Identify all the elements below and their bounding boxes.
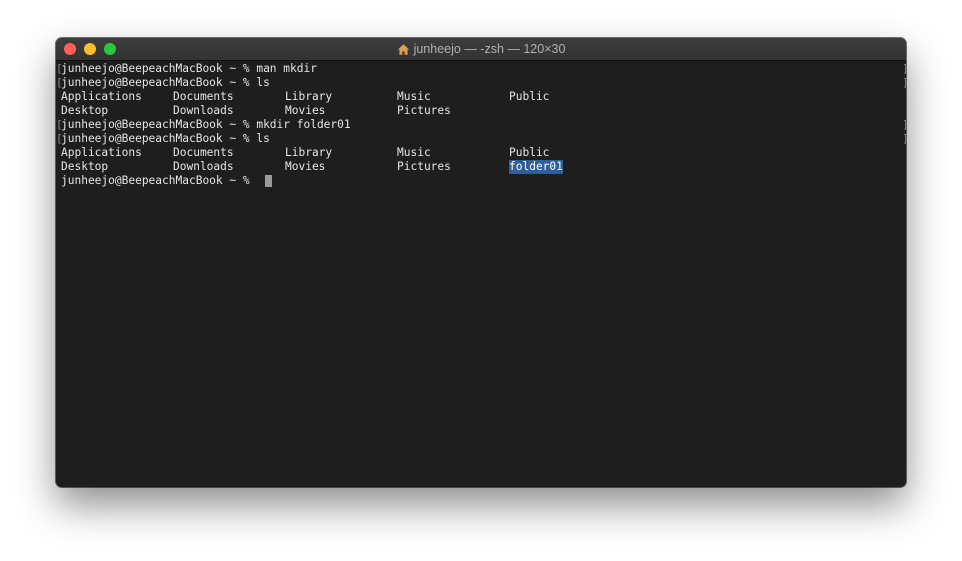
command-text: junheejo@BeepeachMacBook ~ % ls [61,76,270,89]
current-prompt-line: junheejo@BeepeachMacBook ~ % [60,174,906,188]
ls-output-row: Applications Documents Library Music Public [60,90,906,104]
window-title-area: junheejo — -zsh — 120×30 [56,38,906,60]
command-text: junheejo@BeepeachMacBook ~ % ls [61,132,270,145]
ls-entry: Library [285,90,333,103]
ls-entry: Applications [61,146,142,159]
ls-entry: Movies [285,160,326,173]
ls-entry: Public [509,146,550,159]
ls-entry: Downloads [173,104,234,117]
title-bar[interactable]: junheejo — -zsh — 120×30 [56,38,906,61]
ls-output-row: Desktop Downloads Movies Pictures folder01 [60,160,906,174]
command-text: junheejo@BeepeachMacBook ~ % mkdir folde… [61,118,351,131]
ls-entry: Music [397,90,431,103]
mark-bracket-right: ] [902,118,906,132]
home-icon [396,43,410,55]
mark-bracket-right: ] [902,132,906,146]
ls-entry-selected: folder01 [509,160,563,174]
mark-bracket-right: ] [902,62,906,76]
command-text: junheejo@BeepeachMacBook ~ % man mkdir [61,62,317,75]
ls-output-row: Desktop Downloads Movies Pictures [60,104,906,118]
ls-entry: Public [509,90,550,103]
terminal-window: junheejo — -zsh — 120×30 [junheejo@Beepe… [56,38,906,487]
ls-entry: Movies [285,104,326,117]
ls-entry: Music [397,146,431,159]
prompt-text: junheejo@BeepeachMacBook ~ % [61,174,257,187]
ls-entry: Pictures [397,160,451,173]
ls-entry: Desktop [61,160,109,173]
command-line: [junheejo@BeepeachMacBook ~ % mkdir fold… [56,118,906,132]
ls-entry: Documents [173,146,234,159]
ls-entry: Documents [173,90,234,103]
text-cursor [265,175,272,187]
command-line: [junheejo@BeepeachMacBook ~ % man mkdir] [56,62,906,76]
ls-output-row: Applications Documents Library Music Public [60,146,906,160]
ls-entry: Downloads [173,160,234,173]
ls-entry: Library [285,146,333,159]
mark-bracket-right: ] [902,76,906,90]
command-line: [junheejo@BeepeachMacBook ~ % ls] [56,76,906,90]
terminal-content[interactable]: [junheejo@BeepeachMacBook ~ % man mkdir]… [56,62,906,487]
ls-entry: Desktop [61,104,109,117]
command-line: [junheejo@BeepeachMacBook ~ % ls] [56,132,906,146]
ls-entry: Pictures [397,104,451,117]
window-title: junheejo — -zsh — 120×30 [413,42,566,56]
ls-entry: Applications [61,90,142,103]
